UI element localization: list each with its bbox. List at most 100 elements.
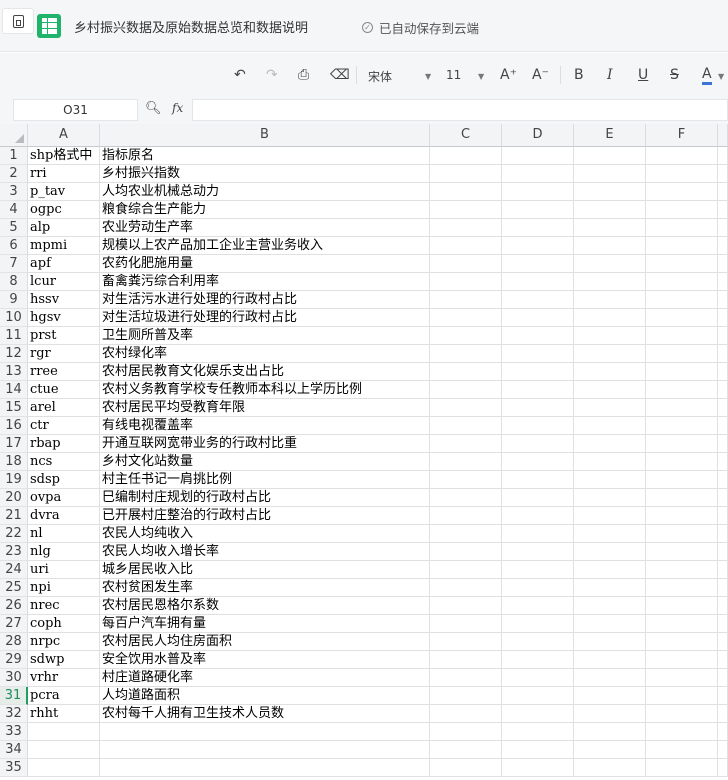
cell[interactable] <box>646 381 718 399</box>
cell[interactable] <box>646 561 718 579</box>
cell[interactable] <box>502 309 574 327</box>
cell[interactable]: 村主任书记一肩挑比例 <box>100 471 430 489</box>
cell[interactable] <box>646 327 718 345</box>
row-header[interactable]: 26 <box>0 597 28 615</box>
row-header[interactable]: 24 <box>0 561 28 579</box>
cell[interactable] <box>646 219 718 237</box>
cell[interactable]: 有线电视覆盖率 <box>100 417 430 435</box>
cell[interactable] <box>646 237 718 255</box>
row-header[interactable]: 2 <box>0 165 28 183</box>
cell[interactable] <box>430 309 502 327</box>
select-all-corner[interactable] <box>0 124 28 147</box>
cell[interactable] <box>718 687 728 705</box>
cell[interactable] <box>430 417 502 435</box>
row-header[interactable]: 15 <box>0 399 28 417</box>
cell[interactable] <box>502 345 574 363</box>
row-header[interactable]: 8 <box>0 273 28 291</box>
cell[interactable] <box>430 669 502 687</box>
row-header[interactable]: 23 <box>0 543 28 561</box>
cell[interactable] <box>718 183 728 201</box>
cell[interactable]: 安全饮用水普及率 <box>100 651 430 669</box>
row-header[interactable]: 6 <box>0 237 28 255</box>
row-header[interactable]: 35 <box>0 759 28 777</box>
cell[interactable] <box>502 651 574 669</box>
cell[interactable] <box>574 417 646 435</box>
cell[interactable]: 每百户汽车拥有量 <box>100 615 430 633</box>
cell[interactable]: hgsv <box>28 309 100 327</box>
cell[interactable] <box>430 255 502 273</box>
cell[interactable] <box>574 597 646 615</box>
cell[interactable] <box>502 687 574 705</box>
cell[interactable] <box>646 741 718 759</box>
cell[interactable] <box>430 489 502 507</box>
cell[interactable] <box>574 201 646 219</box>
font-size-select[interactable]: 11 <box>446 68 461 82</box>
cell[interactable]: 农药化肥施用量 <box>100 255 430 273</box>
cell[interactable] <box>646 165 718 183</box>
cell[interactable]: 人均农业机械总动力 <box>100 183 430 201</box>
underline-button[interactable]: U <box>638 67 648 83</box>
cell[interactable] <box>646 471 718 489</box>
cell[interactable] <box>574 165 646 183</box>
cell[interactable] <box>718 471 728 489</box>
cell[interactable] <box>718 273 728 291</box>
cell[interactable] <box>502 741 574 759</box>
cell[interactable] <box>502 759 574 777</box>
cell[interactable] <box>430 543 502 561</box>
cell[interactable] <box>502 237 574 255</box>
redo-icon[interactable]: ↷ <box>266 67 278 83</box>
cell[interactable]: 卫生厕所普及率 <box>100 327 430 345</box>
cell[interactable] <box>574 183 646 201</box>
cell[interactable] <box>574 723 646 741</box>
cell[interactable] <box>430 291 502 309</box>
cell[interactable] <box>574 291 646 309</box>
cell[interactable] <box>718 723 728 741</box>
cell[interactable] <box>646 669 718 687</box>
cell[interactable] <box>718 201 728 219</box>
cell[interactable] <box>502 363 574 381</box>
cell[interactable] <box>718 597 728 615</box>
cell[interactable] <box>502 435 574 453</box>
cell[interactable] <box>100 741 430 759</box>
cell[interactable] <box>646 201 718 219</box>
cell[interactable] <box>574 615 646 633</box>
cell[interactable] <box>718 399 728 417</box>
row-header[interactable]: 33 <box>0 723 28 741</box>
cell[interactable] <box>646 579 718 597</box>
cell[interactable]: 农村绿化率 <box>100 345 430 363</box>
cell[interactable] <box>646 417 718 435</box>
cell[interactable]: alp <box>28 219 100 237</box>
cell[interactable]: 农村每千人拥有卫生技术人员数 <box>100 705 430 723</box>
cell[interactable]: nl <box>28 525 100 543</box>
column-header-A[interactable]: A <box>28 124 100 147</box>
cell[interactable] <box>718 255 728 273</box>
cell[interactable]: 农村贫困发生率 <box>100 579 430 597</box>
cell[interactable]: nrec <box>28 597 100 615</box>
cell[interactable] <box>502 381 574 399</box>
cell[interactable] <box>574 435 646 453</box>
cell[interactable] <box>646 507 718 525</box>
cell[interactable]: sdsp <box>28 471 100 489</box>
cell[interactable] <box>430 615 502 633</box>
cell[interactable] <box>430 687 502 705</box>
cell[interactable] <box>718 327 728 345</box>
cell[interactable]: ncs <box>28 453 100 471</box>
cell[interactable]: vrhr <box>28 669 100 687</box>
cell[interactable]: 指标原名 <box>100 147 430 165</box>
cell[interactable] <box>430 651 502 669</box>
cell[interactable]: rhht <box>28 705 100 723</box>
row-header[interactable]: 27 <box>0 615 28 633</box>
format-painter-icon[interactable]: ⎙ <box>298 67 309 83</box>
cell[interactable] <box>502 525 574 543</box>
cell[interactable] <box>430 633 502 651</box>
cell[interactable] <box>646 273 718 291</box>
cell[interactable] <box>502 255 574 273</box>
row-header[interactable]: 30 <box>0 669 28 687</box>
cell[interactable] <box>574 363 646 381</box>
cell[interactable] <box>574 381 646 399</box>
cell[interactable]: arel <box>28 399 100 417</box>
row-header[interactable]: 17 <box>0 435 28 453</box>
cell[interactable] <box>718 633 728 651</box>
cell[interactable] <box>574 219 646 237</box>
cell[interactable] <box>574 327 646 345</box>
